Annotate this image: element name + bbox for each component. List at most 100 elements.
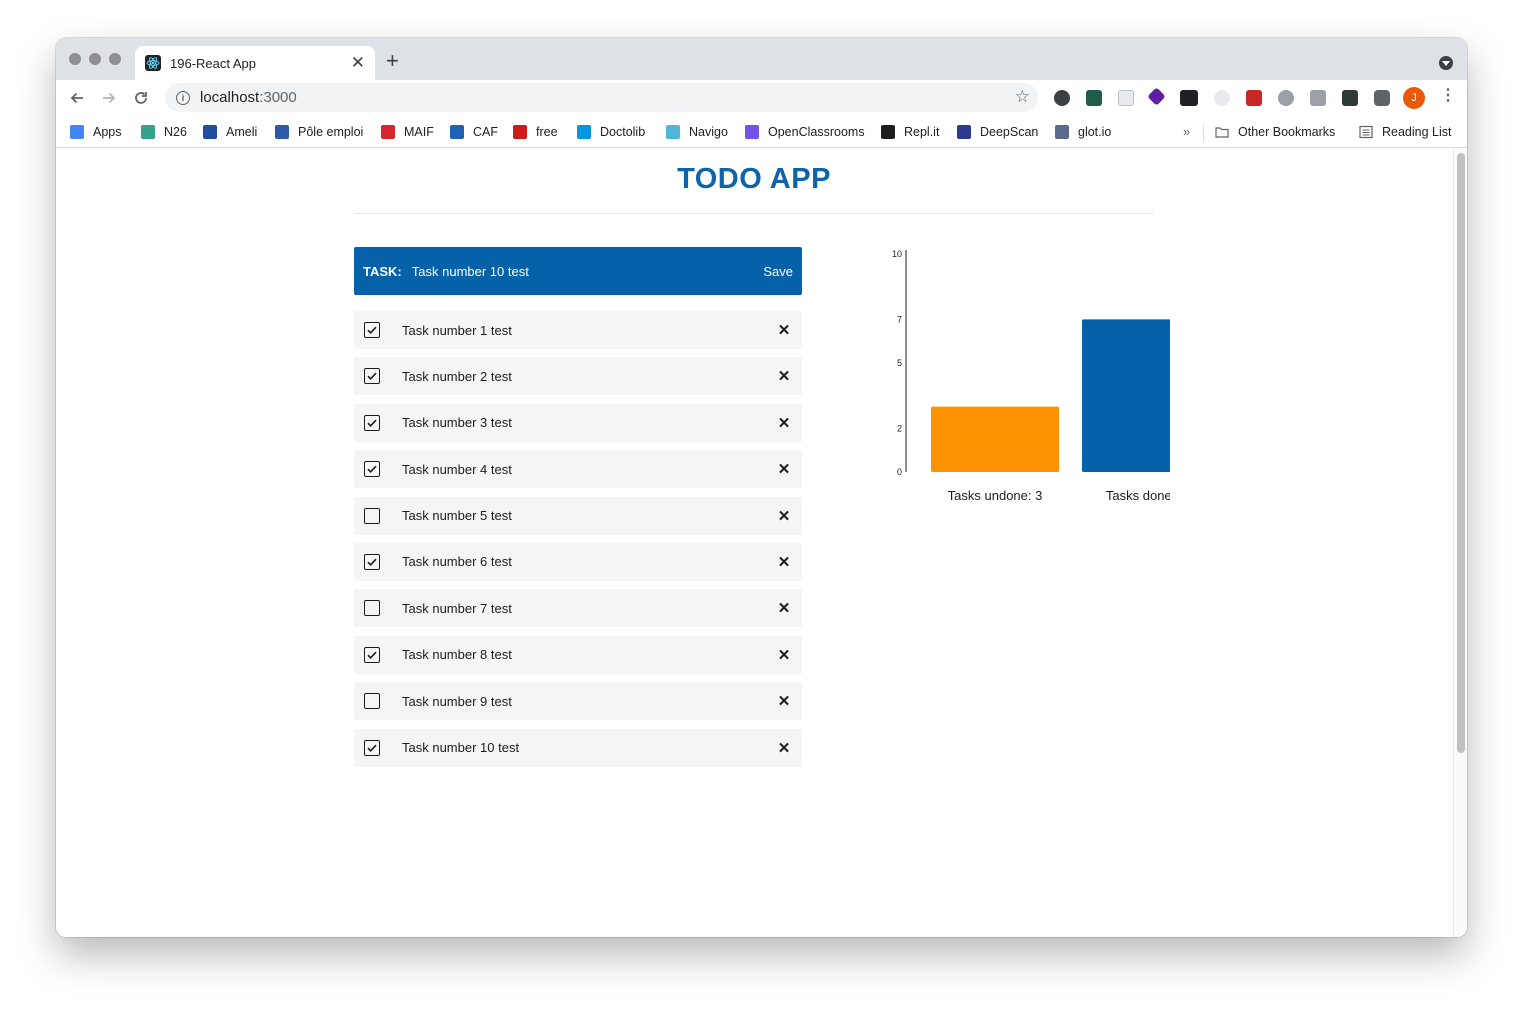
task-checkbox[interactable]	[364, 693, 380, 710]
bug-extension-icon[interactable]	[1278, 90, 1294, 106]
reload-button[interactable]	[129, 86, 153, 110]
profile-avatar[interactable]: J	[1403, 87, 1425, 109]
maximize-window-button[interactable]	[109, 53, 121, 65]
other-bookmarks-folder[interactable]: Other Bookmarks	[1215, 122, 1335, 142]
extension-3-icon[interactable]	[1118, 90, 1134, 106]
more-bookmarks-icon[interactable]: »	[1183, 124, 1190, 139]
task-item: Task number 10 test ✕	[354, 728, 802, 767]
task-checkbox[interactable]	[364, 646, 380, 663]
bookmark-label: Ameli	[226, 125, 258, 139]
task-item: Task number 9 test ✕	[354, 682, 802, 721]
save-button[interactable]: Save	[763, 264, 793, 279]
task-label: Task number 6 test	[402, 554, 512, 570]
bookmark-label: Pôle emploi	[298, 125, 364, 139]
delete-task-icon[interactable]: ✕	[776, 367, 792, 385]
pole-emploi-icon	[275, 125, 289, 139]
react-icon	[145, 55, 161, 71]
tab-close-icon[interactable]: ✕	[351, 53, 365, 73]
task-item: Task number 3 test ✕	[354, 403, 802, 442]
forward-button[interactable]	[97, 86, 121, 110]
bookmark-label: Navigo	[689, 125, 728, 139]
task-item: Task number 2 test ✕	[354, 357, 802, 396]
doctolib-icon	[577, 125, 591, 139]
checkmark-icon	[367, 651, 377, 659]
url-port: :3000	[259, 89, 297, 106]
bookmark-replit[interactable]: Repl.it	[881, 122, 939, 142]
task-item: Task number 8 test ✕	[354, 635, 802, 674]
url-host: localhost	[200, 89, 260, 106]
delete-task-icon[interactable]: ✕	[776, 692, 792, 710]
extension-7-icon[interactable]	[1246, 90, 1262, 106]
site-info-icon[interactable]: i	[176, 90, 190, 105]
extension-2-icon[interactable]	[1086, 90, 1102, 106]
bookmarks-bar: » Other Bookmarks Reading List Apps N26 Am…	[56, 116, 1467, 148]
delete-task-icon[interactable]: ✕	[776, 646, 792, 664]
bookmark-deepscan[interactable]: DeepScan	[957, 122, 1038, 142]
page-scrollbar[interactable]	[1453, 149, 1467, 937]
y-tick-label: 7	[897, 314, 902, 324]
bookmark-openclassrooms[interactable]: OpenClassrooms	[745, 122, 865, 142]
bookmark-ameli[interactable]: Ameli	[203, 122, 257, 142]
bookmark-label: OpenClassrooms	[768, 125, 865, 139]
task-checkbox[interactable]	[364, 414, 380, 431]
ameli-icon	[203, 125, 217, 139]
reading-list-icon	[1359, 125, 1373, 139]
close-window-button[interactable]	[69, 53, 81, 65]
extension-9-icon[interactable]	[1310, 90, 1326, 106]
task-input[interactable]	[411, 263, 764, 279]
extension-1-icon[interactable]	[1054, 90, 1070, 106]
bookmark-free[interactable]: free	[513, 122, 558, 142]
bookmark-caf[interactable]: CAF	[450, 122, 498, 142]
task-label: Task number 2 test	[402, 368, 512, 384]
bookmarks-divider	[1203, 125, 1204, 141]
task-label: Task number 8 test	[402, 647, 512, 663]
arrow-right-icon	[103, 92, 116, 104]
task-label: Task number 10 test	[402, 740, 520, 756]
bookmark-glot[interactable]: glot.io	[1055, 122, 1111, 142]
bookmark-label: Apps	[93, 125, 122, 139]
browser-tab[interactable]: 196-React App ✕	[135, 46, 375, 80]
bookmark-pole-emploi[interactable]: Pôle emploi	[275, 122, 363, 142]
bookmark-label: free	[536, 125, 558, 139]
bookmark-n26[interactable]: N26	[141, 122, 187, 142]
caf-icon	[450, 125, 464, 139]
page-viewport: TODO APP TASK: Save Task number 1 test✕T…	[56, 149, 1453, 937]
reading-list-button[interactable]: Reading List	[1359, 122, 1452, 142]
checkmark-icon	[367, 373, 377, 381]
minimize-window-button[interactable]	[89, 53, 101, 65]
scrollbar-thumb[interactable]	[1457, 153, 1465, 753]
task-checkbox[interactable]	[364, 507, 380, 524]
delete-task-icon[interactable]: ✕	[776, 739, 792, 757]
bookmark-apps-grid[interactable]: Apps	[70, 122, 122, 142]
tab-title: 196-React App	[170, 55, 257, 71]
bookmark-navigo[interactable]: Navigo	[666, 122, 728, 142]
delete-task-icon[interactable]: ✕	[776, 460, 792, 478]
address-bar[interactable]: i localhost :3000 ☆	[165, 83, 1038, 112]
folder-icon	[1215, 127, 1229, 138]
extension-6-icon[interactable]	[1214, 90, 1230, 106]
back-button[interactable]	[65, 86, 89, 110]
delete-task-icon[interactable]: ✕	[776, 553, 792, 571]
task-label: Task number 9 test	[402, 693, 512, 709]
delete-task-icon[interactable]: ✕	[776, 321, 792, 339]
extension-4-icon[interactable]	[1147, 87, 1166, 106]
task-label: Task number 7 test	[402, 600, 512, 616]
task-checkbox[interactable]	[364, 368, 380, 385]
task-checkbox[interactable]	[364, 461, 380, 478]
browser-menu-icon[interactable]: ⋮	[1440, 88, 1456, 104]
ux-extension-icon[interactable]	[1180, 90, 1198, 106]
delete-task-icon[interactable]: ✕	[776, 507, 792, 525]
delete-task-icon[interactable]: ✕	[776, 599, 792, 617]
task-checkbox[interactable]	[364, 322, 380, 338]
task-checkbox[interactable]	[364, 553, 380, 570]
new-tab-button[interactable]: +	[386, 50, 399, 72]
bookmark-star-icon[interactable]: ☆	[1015, 87, 1030, 107]
bookmark-doctolib[interactable]: Doctolib	[577, 122, 645, 142]
extension-10-icon[interactable]	[1342, 90, 1358, 106]
puzzle-extensions-icon[interactable]	[1374, 90, 1390, 106]
task-checkbox[interactable]	[364, 739, 380, 756]
tab-search-icon[interactable]	[1439, 56, 1453, 70]
bookmark-maif[interactable]: MAIF	[381, 122, 434, 142]
delete-task-icon[interactable]: ✕	[776, 414, 792, 432]
task-checkbox[interactable]	[364, 600, 380, 617]
